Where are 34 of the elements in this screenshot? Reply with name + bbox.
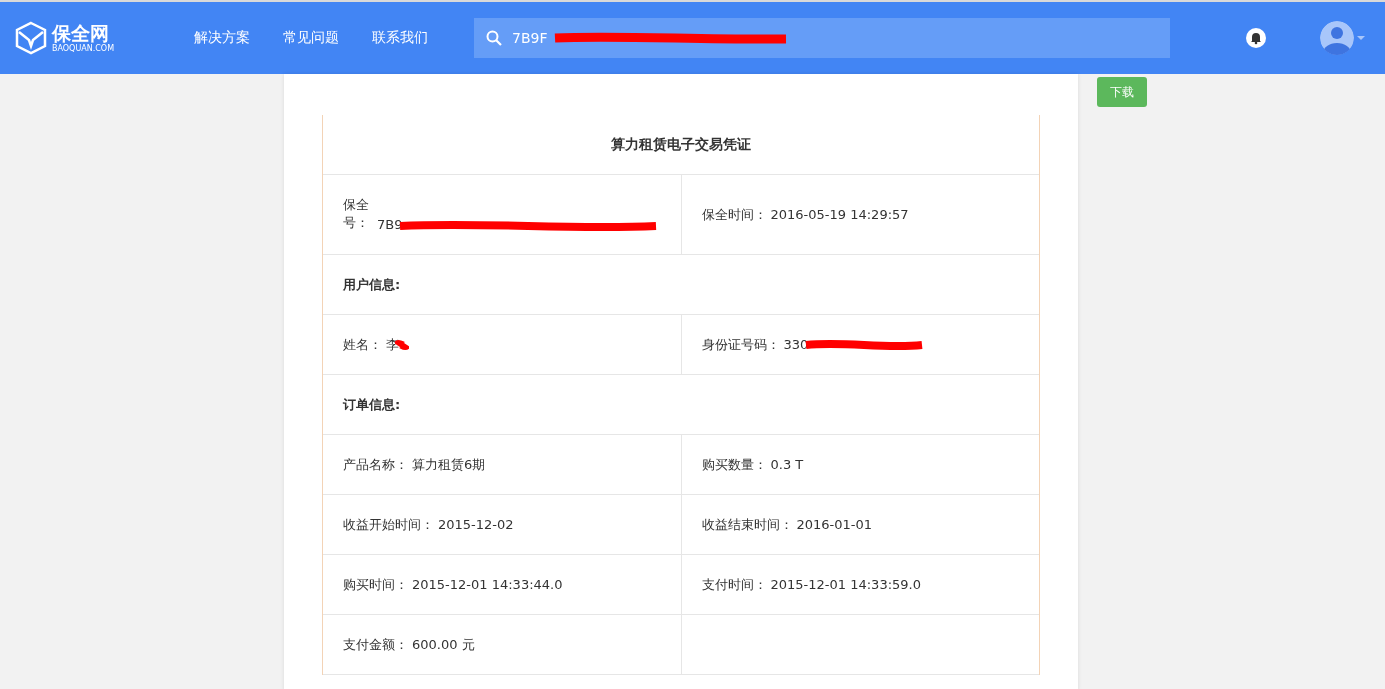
nav-link[interactable]: 联系我们 xyxy=(372,29,428,47)
field-label: 支付金额： xyxy=(343,635,408,654)
nav-link[interactable]: 解决方案 xyxy=(194,29,250,47)
field-value: 2016-01-01 xyxy=(796,517,873,532)
field-value: 0.3 T xyxy=(770,457,804,472)
search-icon xyxy=(486,30,502,46)
download-button[interactable]: 下载 xyxy=(1097,77,1147,107)
caret-icon[interactable] xyxy=(1357,35,1365,41)
field-value: 2015-12-01 14:33:59.0 xyxy=(770,577,921,592)
field-label: 购买数量： xyxy=(701,455,767,474)
field-label: 姓名： xyxy=(343,335,382,354)
field-label: 产品名称： xyxy=(343,455,408,474)
field-label: 收益开始时间： xyxy=(343,515,434,534)
logo-domain: BAOQUAN.COM xyxy=(52,44,115,53)
avatar-icon[interactable] xyxy=(1320,21,1354,55)
field-label: 保全时间： xyxy=(701,205,767,224)
field-value: 2015-12-01 14:33:44.0 xyxy=(412,577,563,592)
field-label: 支付时间： xyxy=(701,575,767,594)
field-value: 2015-12-02 xyxy=(438,517,514,532)
field-label: 购买时间： xyxy=(343,575,408,594)
search-value: 7B9F xyxy=(512,30,548,46)
field-value: 2016-05-19 14:29:57 xyxy=(770,207,909,222)
search-field[interactable]: 7B9F xyxy=(474,18,1170,58)
section-heading: 用户信息: xyxy=(323,255,1039,315)
certificate-title: 算力租赁电子交易凭证 xyxy=(323,115,1039,175)
field-label: 收益结束时间： xyxy=(701,515,793,534)
logo-name: 保全网 xyxy=(52,23,110,43)
notification-bell-icon[interactable] xyxy=(1246,28,1266,48)
field-value: 600.00 元 xyxy=(412,635,475,654)
section-heading: 订单信息: xyxy=(323,375,1039,435)
field-label: 保全号： xyxy=(343,196,370,232)
field-label: 身份证号码： xyxy=(701,335,780,354)
field-value: 算力租赁6期 xyxy=(412,455,486,474)
nav-link[interactable]: 常见问题 xyxy=(283,29,339,47)
